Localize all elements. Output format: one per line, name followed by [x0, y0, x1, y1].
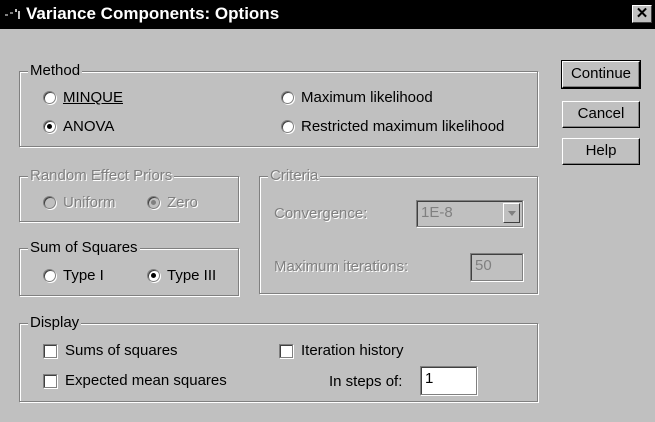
reml-radio[interactable] — [281, 120, 294, 133]
max-iterations-label: Maximum iterations: — [274, 258, 409, 275]
uniform-label: Uniform — [63, 194, 116, 211]
zero-radio[interactable] — [147, 196, 160, 209]
random-effect-priors-legend: Random Effect Priors — [28, 167, 175, 185]
chevron-down-icon[interactable] — [503, 203, 520, 223]
minque-label: MINQUE — [63, 89, 123, 106]
type3-radio[interactable] — [147, 269, 160, 282]
title-bar[interactable]: Variance Components: Options ✕ — [0, 0, 655, 29]
expected-mean-squares-checkbox[interactable] — [43, 374, 57, 388]
sums-of-squares-checkbox[interactable] — [43, 344, 57, 358]
iteration-history-checkbox[interactable] — [279, 344, 293, 358]
max-iterations-input[interactable]: 50 — [470, 253, 523, 281]
sums-of-squares-label: Sums of squares — [65, 342, 178, 359]
method-legend: Method — [28, 62, 83, 80]
type1-label: Type I — [63, 267, 104, 284]
display-legend: Display — [28, 314, 82, 332]
reml-label: Restricted maximum likelihood — [301, 118, 505, 135]
type1-radio[interactable] — [43, 269, 56, 282]
continue-button[interactable]: Continue — [561, 60, 641, 89]
zero-label: Zero — [167, 194, 198, 211]
in-steps-of-label: In steps of: — [329, 373, 403, 390]
radio-selected-dot — [151, 273, 156, 278]
cancel-button[interactable]: Cancel — [562, 101, 640, 128]
convergence-label: Convergence: — [274, 205, 368, 222]
close-button[interactable]: ✕ — [632, 5, 652, 23]
ml-label: Maximum likelihood — [301, 89, 433, 106]
convergence-value: 1E-8 — [421, 204, 453, 221]
ml-radio[interactable] — [281, 91, 294, 104]
window-title: Variance Components: Options — [26, 4, 280, 23]
help-button[interactable]: Help — [562, 138, 640, 165]
expected-mean-squares-label: Expected mean squares — [65, 372, 227, 389]
uniform-radio[interactable] — [43, 196, 56, 209]
minque-radio[interactable] — [43, 91, 56, 104]
radio-selected-dot — [151, 200, 156, 205]
sum-of-squares-legend: Sum of Squares — [28, 239, 140, 257]
anova-label: ANOVA — [63, 118, 115, 135]
in-steps-of-input[interactable]: 1 — [420, 366, 477, 395]
app-icon — [5, 9, 20, 19]
criteria-legend: Criteria — [268, 167, 321, 185]
iteration-history-label: Iteration history — [301, 342, 404, 359]
radio-selected-dot — [47, 124, 52, 129]
type3-label: Type III — [167, 267, 217, 284]
anova-radio[interactable] — [43, 120, 56, 133]
convergence-dropdown[interactable]: 1E-8 — [416, 200, 523, 227]
